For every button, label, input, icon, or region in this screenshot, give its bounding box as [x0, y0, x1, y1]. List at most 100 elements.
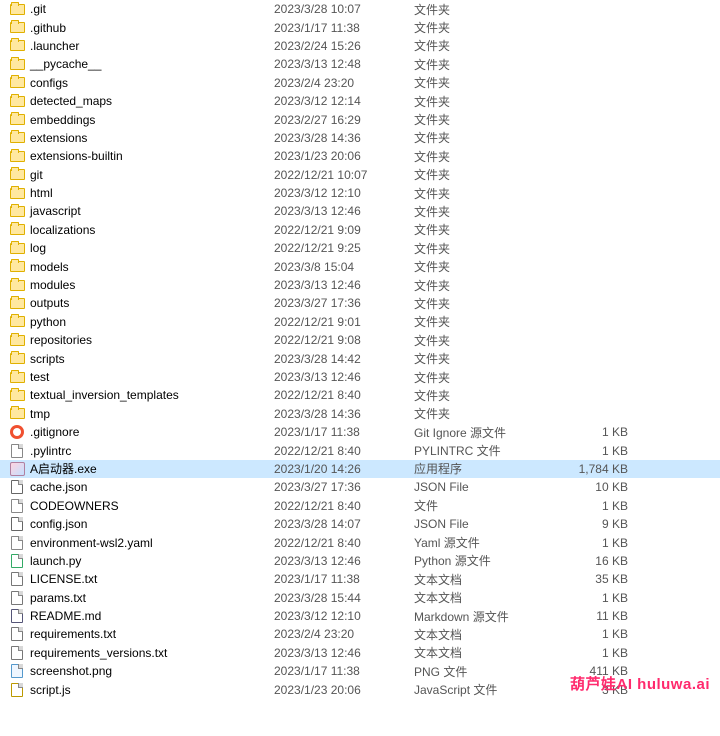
- file-row[interactable]: test2023/3/13 12:46文件夹: [0, 368, 720, 386]
- file-type: Markdown 源文件: [414, 608, 564, 625]
- file-name: javascript: [26, 204, 274, 218]
- file-type: 文本文档: [414, 626, 564, 643]
- file-type: 文件夹: [414, 19, 564, 36]
- file-row[interactable]: javascript2023/3/13 12:46文件夹: [0, 202, 720, 220]
- json-file-icon: [8, 479, 26, 495]
- file-row[interactable]: models2023/3/8 15:04文件夹: [0, 257, 720, 275]
- file-row[interactable]: log2022/12/21 9:25文件夹: [0, 239, 720, 257]
- file-date: 2023/3/13 12:46: [274, 204, 414, 218]
- file-name: extensions-builtin: [26, 149, 274, 163]
- file-name: localizations: [26, 223, 274, 237]
- folder-icon: [8, 112, 26, 128]
- file-row[interactable]: .pylintrc2022/12/21 8:40PYLINTRC 文件1 KB: [0, 441, 720, 459]
- file-row[interactable]: README.md2023/3/12 12:10Markdown 源文件11 K…: [0, 607, 720, 625]
- folder-icon: [8, 332, 26, 348]
- file-row[interactable]: .launcher2023/2/24 15:26文件夹: [0, 37, 720, 55]
- folder-icon: [8, 185, 26, 201]
- file-type: Git Ignore 源文件: [414, 424, 564, 441]
- file-date: 2022/12/21 9:01: [274, 315, 414, 329]
- file-date: 2023/2/27 16:29: [274, 113, 414, 127]
- file-row[interactable]: config.json2023/3/28 14:07JSON File9 KB: [0, 515, 720, 533]
- folder-icon: [8, 314, 26, 330]
- folder-icon: [8, 351, 26, 367]
- file-row[interactable]: __pycache__2023/3/13 12:48文件夹: [0, 55, 720, 73]
- file-name: tmp: [26, 407, 274, 421]
- file-type: JavaScript 文件: [414, 681, 564, 698]
- file-list[interactable]: .git2023/3/28 10:07文件夹.github2023/1/17 1…: [0, 0, 720, 699]
- file-date: 2023/3/28 15:44: [274, 591, 414, 605]
- file-row[interactable]: .github2023/1/17 11:38文件夹: [0, 18, 720, 36]
- file-date: 2023/3/8 15:04: [274, 260, 414, 274]
- file-row[interactable]: tmp2023/3/28 14:36文件夹: [0, 405, 720, 423]
- file-name: README.md: [26, 609, 274, 623]
- file-name: html: [26, 186, 274, 200]
- file-row[interactable]: git2022/12/21 10:07文件夹: [0, 166, 720, 184]
- file-name: models: [26, 260, 274, 274]
- md-file-icon: [8, 608, 26, 624]
- file-name: .pylintrc: [26, 444, 274, 458]
- file-row[interactable]: screenshot.png2023/1/17 11:38PNG 文件411 K…: [0, 662, 720, 680]
- file-size: 411 KB: [564, 664, 634, 678]
- file-name: scripts: [26, 352, 274, 366]
- file-date: 2023/1/17 11:38: [274, 664, 414, 678]
- folder-icon: [8, 167, 26, 183]
- file-row[interactable]: requirements_versions.txt2023/3/13 12:46…: [0, 644, 720, 662]
- folder-icon: [8, 387, 26, 403]
- file-type: 文件夹: [414, 74, 564, 91]
- file-row[interactable]: localizations2022/12/21 9:09文件夹: [0, 221, 720, 239]
- file-size: 1 KB: [564, 646, 634, 660]
- file-row[interactable]: script.js2023/1/23 20:06JavaScript 文件3 K…: [0, 680, 720, 698]
- file-row[interactable]: CODEOWNERS2022/12/21 8:40文件1 KB: [0, 497, 720, 515]
- file-row[interactable]: environment-wsl2.yaml2022/12/21 8:40Yaml…: [0, 533, 720, 551]
- file-name: params.txt: [26, 591, 274, 605]
- file-size: 1 KB: [564, 536, 634, 550]
- exe-file-icon: [8, 461, 26, 477]
- file-name: configs: [26, 76, 274, 90]
- file-date: 2023/3/27 17:36: [274, 296, 414, 310]
- file-size: 1 KB: [564, 425, 634, 439]
- file-row[interactable]: .git2023/3/28 10:07文件夹: [0, 0, 720, 18]
- file-name: requirements.txt: [26, 627, 274, 641]
- file-date: 2022/12/21 9:25: [274, 241, 414, 255]
- file-date: 2023/3/28 10:07: [274, 2, 414, 16]
- file-row[interactable]: python2022/12/21 9:01文件夹: [0, 313, 720, 331]
- file-row[interactable]: extensions2023/3/28 14:36文件夹: [0, 129, 720, 147]
- file-size: 9 KB: [564, 517, 634, 531]
- file-name: launch.py: [26, 554, 274, 568]
- file-date: 2023/3/28 14:36: [274, 407, 414, 421]
- file-row[interactable]: requirements.txt2023/2/4 23:20文本文档1 KB: [0, 625, 720, 643]
- txt-file-icon: [8, 645, 26, 661]
- file-row[interactable]: repositories2022/12/21 9:08文件夹: [0, 331, 720, 349]
- file-row[interactable]: detected_maps2023/3/12 12:14文件夹: [0, 92, 720, 110]
- file-type: 文件夹: [414, 166, 564, 183]
- file-row[interactable]: launch.py2023/3/13 12:46Python 源文件16 KB: [0, 552, 720, 570]
- file-row[interactable]: scripts2023/3/28 14:42文件夹: [0, 349, 720, 367]
- file-row[interactable]: embeddings2023/2/27 16:29文件夹: [0, 110, 720, 128]
- file-row[interactable]: .gitignore2023/1/17 11:38Git Ignore 源文件1…: [0, 423, 720, 441]
- file-row[interactable]: configs2023/2/4 23:20文件夹: [0, 74, 720, 92]
- file-row[interactable]: modules2023/3/13 12:46文件夹: [0, 276, 720, 294]
- gitignore-file-icon: [8, 424, 26, 440]
- file-row[interactable]: LICENSE.txt2023/1/17 11:38文本文档35 KB: [0, 570, 720, 588]
- file-date: 2023/1/17 11:38: [274, 21, 414, 35]
- file-row[interactable]: extensions-builtin2023/1/23 20:06文件夹: [0, 147, 720, 165]
- file-row[interactable]: html2023/3/12 12:10文件夹: [0, 184, 720, 202]
- file-date: 2023/2/24 15:26: [274, 39, 414, 53]
- file-name: log: [26, 241, 274, 255]
- file-row[interactable]: outputs2023/3/27 17:36文件夹: [0, 294, 720, 312]
- file-type: JSON File: [414, 480, 564, 494]
- file-row[interactable]: A启动器.exe2023/1/20 14:26应用程序1,784 KB: [0, 460, 720, 478]
- file-row[interactable]: textual_inversion_templates2022/12/21 8:…: [0, 386, 720, 404]
- file-type: PYLINTRC 文件: [414, 442, 564, 459]
- file-type: 文件夹: [414, 277, 564, 294]
- file-row[interactable]: cache.json2023/3/27 17:36JSON File10 KB: [0, 478, 720, 496]
- file-size: 3 KB: [564, 683, 634, 697]
- file-name: CODEOWNERS: [26, 499, 274, 513]
- folder-icon: [8, 369, 26, 385]
- file-row[interactable]: params.txt2023/3/28 15:44文本文档1 KB: [0, 589, 720, 607]
- file-type: 应用程序: [414, 460, 564, 477]
- file-type: 文件夹: [414, 258, 564, 275]
- file-date: 2023/2/4 23:20: [274, 627, 414, 641]
- file-date: 2022/12/21 10:07: [274, 168, 414, 182]
- folder-icon: [8, 20, 26, 36]
